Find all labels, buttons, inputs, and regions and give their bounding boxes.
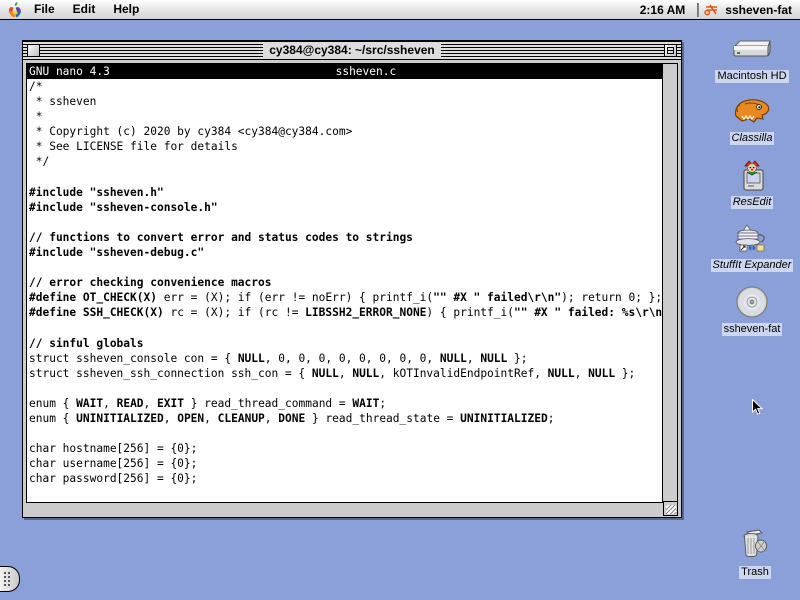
control-strip-tab[interactable] <box>0 566 20 592</box>
code-line: * <box>29 110 43 124</box>
window-title-text: cy384@cy384: ~/src/ssheven <box>263 42 441 57</box>
code-line: // functions to convert error and status… <box>29 230 413 244</box>
window-bottom-edge <box>26 501 678 517</box>
menu-item-file[interactable]: File <box>25 0 64 19</box>
trash-can-icon <box>707 528 800 562</box>
code-line: /* <box>29 80 43 93</box>
menu-item-help[interactable]: Help <box>104 0 148 19</box>
desktop-icon-label: Classilla <box>729 132 775 145</box>
code-line: enum { WAIT, READ, EXIT } read_thread_co… <box>29 396 387 410</box>
ssheven-key-icon <box>704 3 720 17</box>
window-vertical-scrollbar[interactable] <box>662 64 677 502</box>
code-line: #include "ssheven-debug.c" <box>29 246 205 260</box>
window-title-bar[interactable]: cy384@cy384: ~/src/ssheven <box>23 41 681 60</box>
desktop-icon-label: Macintosh HD <box>715 70 789 83</box>
nano-filename: ssheven.c <box>335 65 397 78</box>
desktop-icon-label: Trash <box>739 566 771 579</box>
window-body: GNU nano 4.3 ssheven.c /* * ssheven * * … <box>23 60 681 517</box>
desktop-icon-trash[interactable]: Trash <box>707 528 800 580</box>
window-grow-box[interactable] <box>663 501 678 516</box>
code-line: #define SSH_CHECK(X) rc = (X); if (rc !=… <box>29 305 662 320</box>
desktop-icon-label: ssheven-fat <box>721 323 783 336</box>
hard-disk-icon <box>704 32 800 66</box>
window-title: cy384@cy384: ~/src/ssheven <box>23 41 681 60</box>
menu-bar-clock[interactable]: 2:16 AM <box>640 3 693 17</box>
apple-logo-icon[interactable] <box>8 1 23 18</box>
magic-hat-icon <box>704 221 800 255</box>
code-line: #include "ssheven.h" <box>29 185 164 199</box>
code-line: enum { UNINITIALIZED, OPEN, CLEANUP, DON… <box>29 412 555 426</box>
code-line: char password[256] = {0}; <box>29 472 198 486</box>
desktop-icon-macintosh-hd[interactable]: Macintosh HD <box>704 32 800 84</box>
code-line: struct ssheven_console con = { NULL, 0, … <box>29 351 528 365</box>
menu-bar-divider <box>697 2 700 17</box>
nano-text-area[interactable]: /* * ssheven * * Copyright (c) 2020 by c… <box>27 79 662 502</box>
menu-bar: File Edit Help 2:16 AM ssheven-fat <box>0 0 800 20</box>
desktop-icon-label: ResEdit <box>730 196 774 209</box>
nano-title-bar: GNU nano 4.3 ssheven.c <box>27 64 662 79</box>
nano-editor[interactable]: GNU nano 4.3 ssheven.c /* * ssheven * * … <box>27 64 662 502</box>
desktop-icon-ssheven-fat[interactable]: ssheven-fat <box>704 285 800 337</box>
terminal-frame: GNU nano 4.3 ssheven.c /* * ssheven * * … <box>26 63 678 503</box>
desktop-icon-label: StuffIt Expander <box>710 259 794 272</box>
code-line: struct ssheven_ssh_connection ssh_con = … <box>29 366 636 380</box>
desktop-icon-resedit[interactable]: ResEdit <box>704 158 800 210</box>
cd-disc-icon <box>704 285 800 319</box>
code-line: */ <box>29 155 50 169</box>
desktop-icon-classilla[interactable]: Classilla <box>704 94 800 146</box>
application-menu[interactable]: ssheven-fat <box>704 3 800 17</box>
jester-mac-icon <box>704 158 800 192</box>
code-line: * See LICENSE file for details <box>29 140 238 154</box>
code-line: * ssheven <box>29 95 97 109</box>
code-line: char username[256] = {0}; <box>29 457 198 471</box>
code-line: // sinful globals <box>29 336 144 350</box>
terminal-window[interactable]: cy384@cy384: ~/src/ssheven GNU nano 4.3 … <box>22 40 682 518</box>
code-line: #define OT_CHECK(X) err = (X); if (err !… <box>29 291 662 305</box>
code-line: #include "ssheven-console.h" <box>29 200 218 214</box>
code-line: // error checking convenience macros <box>29 276 272 290</box>
mouse-pointer <box>752 398 764 422</box>
code-line: char hostname[256] = {0}; <box>29 442 198 456</box>
menu-item-edit[interactable]: Edit <box>64 0 105 19</box>
desktop-icon-stuffit-expander[interactable]: StuffIt Expander <box>704 221 800 273</box>
application-menu-label: ssheven-fat <box>725 2 792 17</box>
control-strip-grip-icon <box>3 571 10 588</box>
nano-version: GNU nano 4.3 <box>29 65 110 78</box>
code-line: * Copyright (c) 2020 by cy384 <cy384@cy3… <box>29 125 353 139</box>
dinosaur-head-icon <box>704 94 800 128</box>
